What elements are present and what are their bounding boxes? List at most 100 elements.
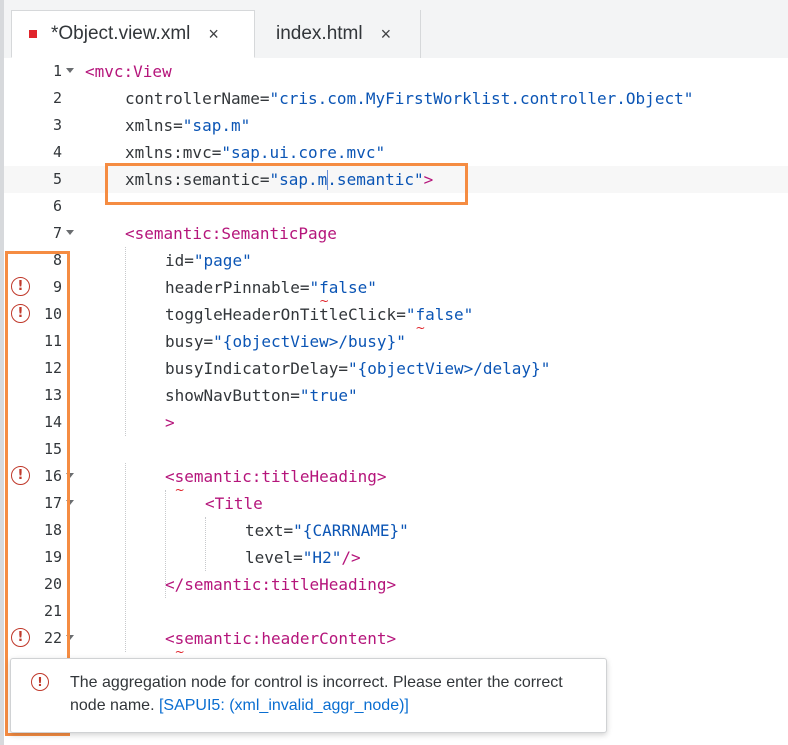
code-line[interactable]: 3 xmlns="sap.m" <box>4 112 788 139</box>
code-text: > <box>165 409 175 436</box>
xml-tag-token: > <box>165 413 175 432</box>
tab-label: *Object.view.xml <box>51 23 191 44</box>
xml-tag-token: <semantic:headerContent> <box>165 629 397 648</box>
code-line[interactable]: 7 <semantic:SemanticPage <box>4 220 788 247</box>
indent-guide <box>165 490 166 598</box>
indent-guide <box>125 247 126 436</box>
attribute-name-token: xmlns:semantic= <box>125 170 270 189</box>
line-number: 18 <box>43 521 62 539</box>
code-text: text="{CARRNAME}" <box>245 517 409 544</box>
close-icon[interactable]: × <box>208 25 219 43</box>
code-line[interactable]: 18 text="{CARRNAME}" <box>4 517 788 544</box>
attribute-name-token: toggleHeaderOnTitleClick= <box>165 305 406 324</box>
line-number: 15 <box>43 440 62 458</box>
attribute-name-token: busyIndicatorDelay= <box>165 359 349 378</box>
line-number: 8 <box>52 251 62 269</box>
code-text: busyIndicatorDelay="{objectView>/delay}" <box>165 355 550 382</box>
line-number: 21 <box>43 602 62 620</box>
code-line[interactable]: 14 > <box>4 409 788 436</box>
attribute-value-token: "sap.ui.core.mvc" <box>221 143 386 162</box>
indent-guide <box>205 517 206 571</box>
code-line[interactable]: 21 <box>4 598 788 625</box>
xml-tag-token: <semantic:titleHeading> <box>165 467 387 486</box>
xml-tag-token: <Title <box>205 494 263 513</box>
code-line[interactable]: 15 <box>4 436 788 463</box>
fold-chevron-icon[interactable] <box>66 473 74 478</box>
line-number: 11 <box>43 332 62 350</box>
line-number: 12 <box>43 359 62 377</box>
code-line[interactable]: ! 9 headerPinnable="false" <box>4 274 788 301</box>
line-number: 22 <box>43 629 62 647</box>
tab-object-view-xml[interactable]: *Object.view.xml × <box>11 10 255 58</box>
attribute-value-token: "true" <box>299 386 358 405</box>
line-number: 17 <box>43 494 62 512</box>
line-number: 16 <box>43 467 62 485</box>
line-number: 1 <box>52 62 62 80</box>
attribute-name-token: headerPinnable= <box>165 278 310 297</box>
code-line[interactable]: 6 <box>4 193 788 220</box>
code-text: <semantic:headerContent> <box>165 625 396 652</box>
attribute-name-token: id= <box>165 251 194 270</box>
line-number: 4 <box>52 143 62 161</box>
line-number: 7 <box>52 224 62 242</box>
code-editor[interactable]: 1 <mvc:View 2 controllerName="cris.com.MyFi… <box>4 58 788 745</box>
error-rule-link[interactable]: [SAPUI5: (xml_invalid_aggr_node)] <box>159 697 409 714</box>
code-line[interactable]: 12 busyIndicatorDelay="{objectView>/delay… <box>4 355 788 382</box>
attribute-value-token: "H2" <box>302 548 342 567</box>
fold-chevron-icon[interactable] <box>66 635 74 640</box>
code-line[interactable]: 1 <mvc:View <box>4 58 788 85</box>
line-number: 20 <box>43 575 62 593</box>
fold-chevron-icon[interactable] <box>66 500 74 505</box>
code-line[interactable]: ! 22 <semantic:headerContent> <box>4 625 788 652</box>
attribute-value-token: "cris.com.MyFirstWorklist.controller.Obj… <box>269 89 694 108</box>
close-icon[interactable]: × <box>381 25 392 43</box>
code-text: headerPinnable="false" <box>165 274 377 301</box>
attribute-name-token: xmlns= <box>125 116 183 135</box>
attribute-name-token: text= <box>245 521 294 540</box>
attribute-value-token: "{objectView>/busy}" <box>213 332 406 351</box>
attribute-value-token: "sap.m.semantic" <box>269 170 424 189</box>
attribute-name-token: busy= <box>165 332 214 351</box>
code-text: xmlns="sap.m" <box>125 112 250 139</box>
tab-index-html[interactable]: index.html × <box>255 10 421 58</box>
attribute-name-token: xmlns:mvc= <box>125 143 222 162</box>
attribute-value-token: "sap.m" <box>182 116 251 135</box>
editor-tab-bar: *Object.view.xml × index.html × <box>4 0 788 59</box>
attribute-name-token: level= <box>245 548 303 567</box>
code-line[interactable]: ! 16 <semantic:titleHeading> <box>4 463 788 490</box>
code-line[interactable]: 13 showNavButton="true" <box>4 382 788 409</box>
code-text: id="page" <box>165 247 252 274</box>
code-line[interactable]: 4 xmlns:mvc="sap.ui.core.mvc" <box>4 139 788 166</box>
code-text: <Title <box>205 490 263 517</box>
code-text: </semantic:titleHeading> <box>165 571 396 598</box>
xml-tag-token: <semantic:SemanticPage <box>125 224 337 243</box>
code-line[interactable]: 17 <Title <box>4 490 788 517</box>
line-number: 2 <box>52 89 62 107</box>
attribute-value-token: "{CARRNAME}" <box>293 521 409 540</box>
error-icon: ! <box>31 673 49 691</box>
error-squiggle-marker: ~ <box>415 321 426 335</box>
code-line[interactable]: 8 id="page" <box>4 247 788 274</box>
line-number: 10 <box>43 305 62 323</box>
text-cursor <box>327 170 329 190</box>
code-line[interactable]: ! 10 toggleHeaderOnTitleClick="false" <box>4 301 788 328</box>
xml-tag-token: </semantic:titleHeading> <box>165 575 397 594</box>
fold-chevron-icon[interactable] <box>66 230 74 235</box>
code-line[interactable]: 5 xmlns:semantic="sap.m.semantic"> <box>4 166 788 193</box>
xml-tag-token: /> <box>341 548 361 567</box>
line-number: 9 <box>52 278 62 296</box>
line-number: 14 <box>43 413 62 431</box>
code-line[interactable]: 11 busy="{objectView>/busy}" <box>4 328 788 355</box>
line-number: 3 <box>52 116 62 134</box>
attribute-name-token: controllerName= <box>125 89 270 108</box>
unsaved-changes-marker <box>29 30 37 38</box>
code-text: <semantic:SemanticPage <box>125 220 337 247</box>
error-message: The aggregation node for control is inco… <box>70 671 590 717</box>
code-text: controllerName="cris.com.MyFirstWorklist… <box>125 85 693 112</box>
code-line[interactable]: 20 </semantic:titleHeading> <box>4 571 788 598</box>
xml-tag-token: <mvc:View <box>85 62 172 81</box>
line-number: 5 <box>52 170 62 188</box>
code-line[interactable]: 19 level="H2"/> <box>4 544 788 571</box>
fold-chevron-icon[interactable] <box>66 68 74 73</box>
code-line[interactable]: 2 controllerName="cris.com.MyFirstWorklis… <box>4 85 788 112</box>
